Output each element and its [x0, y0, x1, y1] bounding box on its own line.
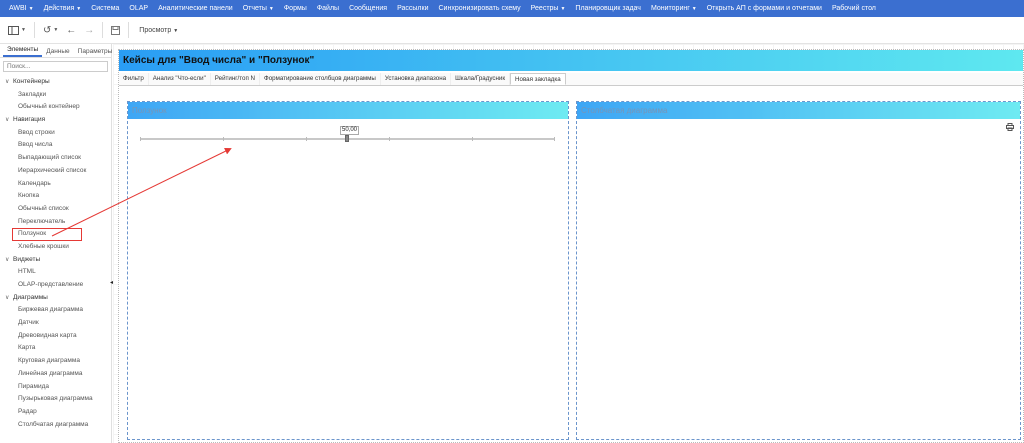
chevron-down-icon: ∨	[5, 117, 10, 124]
tree-group[interactable]: ∨ Контейнеры	[0, 76, 111, 89]
tree-item[interactable]: Переключатель	[0, 216, 111, 229]
top-menu-bar: AWBI ▼ Действия ▼ Система OLAP Аналитические п…	[0, 0, 1024, 17]
menu-item-9[interactable]: Рассылки	[392, 0, 433, 17]
tree-item[interactable]: Календарь	[0, 178, 111, 191]
elements-tree: ∨ Контейнеры Закладки Обычный контейнер ∨ Нав…	[0, 75, 111, 431]
tree-item[interactable]: Кнопка	[0, 190, 111, 203]
report-title: Кейсы для "Ввод числа" и "Ползунок"	[119, 50, 1023, 71]
toolbar-divider	[33, 22, 35, 38]
tree-group[interactable]: ∨ Виджеты	[0, 254, 111, 267]
tree-item[interactable]: Пузырьковая диаграмма	[0, 393, 111, 406]
menu-item-15[interactable]: Рабочий стол	[827, 0, 881, 17]
chevron-down-icon: ▼	[268, 5, 274, 12]
tree-item[interactable]: Обычный список	[0, 203, 111, 216]
bar-chart-panel-title: Столбчатая диаграмма	[577, 102, 1020, 119]
undo-icon[interactable]: ↺ ▼	[39, 20, 62, 40]
menu-item-3[interactable]: OLAP	[124, 0, 153, 17]
slider-tick	[389, 137, 390, 141]
tree-item[interactable]: Биржевая диаграмма	[0, 304, 111, 317]
tree-item[interactable]: Древовидная карта	[0, 330, 111, 343]
report-container: Кейсы для "Ввод числа" и "Ползунок" Филь…	[118, 49, 1024, 443]
chevron-down-icon: ∨	[5, 256, 10, 263]
search-input[interactable]	[3, 61, 108, 72]
chevron-down-icon: ▼	[560, 5, 566, 12]
print-icon[interactable]	[1006, 123, 1014, 133]
save-icon[interactable]	[107, 20, 124, 40]
menu-item-1[interactable]: Действия ▼	[39, 0, 87, 18]
slider-panel[interactable]: Ползунок 50,00	[127, 101, 569, 440]
tree-item[interactable]: Иерархический список	[0, 165, 111, 178]
report-tabs: Фильтр Анализ "Что-если" Рейтинг/топ N Форм…	[119, 73, 1023, 86]
slider-panel-title: Ползунок	[128, 102, 568, 119]
forward-icon[interactable]: →	[80, 20, 98, 40]
tree-group[interactable]: ∨ Диаграммы	[0, 292, 111, 305]
report-tab[interactable]: Установка диапазона	[381, 73, 452, 85]
menu-item-10[interactable]: Синхронизировать схему	[433, 0, 525, 17]
toolbar-divider	[128, 22, 130, 38]
elements-panel: ЭлементыДанныеПараметры ∨КонтейнерыЗакла…	[0, 44, 112, 443]
chevron-down-icon: ∨	[5, 79, 10, 85]
tree-group[interactable]: ∨ Навигация	[0, 114, 111, 127]
menu-item-14[interactable]: Открыть АП с формами и отчетами	[702, 0, 827, 17]
bar-chart-panel[interactable]: Столбчатая диаграмма	[576, 101, 1021, 440]
tree-item[interactable]: Круговая диаграмма	[0, 355, 111, 368]
tree-item[interactable]: Выпадающий список	[0, 152, 111, 165]
report-tab[interactable]: Рейтинг/топ N	[211, 73, 260, 85]
tree-item[interactable]: OLAP-представление	[0, 279, 111, 292]
tree-item[interactable]: Линейная диаграмма	[0, 368, 111, 381]
slider-tick	[472, 137, 473, 141]
menu-item-4[interactable]: Аналитические панели	[153, 0, 238, 17]
menu-item-13[interactable]: Мониторинг ▼	[646, 0, 702, 18]
panel-tabs: Элементы Данные Параметры	[0, 44, 112, 58]
panel-tab[interactable]: Параметры	[74, 48, 117, 57]
toolbar: ▼ ↺ ▼ ← → Просмотр ▼	[0, 17, 1024, 44]
slider-tick	[223, 137, 224, 141]
menu-item-7[interactable]: Файлы	[312, 0, 344, 17]
chevron-down-icon: ▼	[28, 5, 34, 12]
report-tab[interactable]: Новая закладка	[510, 73, 566, 85]
back-icon[interactable]: ←	[62, 20, 80, 40]
tree-item[interactable]: Столбчатая диаграмма	[0, 419, 111, 432]
tree-item[interactable]: Хлебные крошки	[0, 241, 111, 254]
menu-item-8[interactable]: Сообщения	[344, 0, 392, 17]
chevron-down-icon: ▼	[76, 5, 82, 12]
report-tab[interactable]: Фильтр	[119, 73, 149, 85]
tree-item[interactable]: Пирамида	[0, 381, 111, 394]
slider-tick	[554, 137, 555, 141]
menu-item-12[interactable]: Планировщик задач	[570, 0, 646, 17]
slider-tick	[306, 137, 307, 141]
tree-item[interactable]: Ввод числа	[0, 139, 111, 152]
panel-tab[interactable]: Данные	[42, 48, 73, 57]
tree-item[interactable]: Закладки	[0, 89, 111, 102]
view-mode-select[interactable]: Просмотр ▼	[139, 27, 178, 34]
slider-handle[interactable]	[345, 135, 349, 142]
menu-item-6[interactable]: Формы	[279, 0, 312, 17]
tree-item[interactable]: Ползунок	[12, 228, 82, 241]
chevron-down-icon: ∨	[5, 294, 10, 301]
design-canvas: Кейсы для "Ввод числа" и "Ползунок" Филь…	[113, 44, 1024, 443]
tree-item[interactable]: Обычный контейнер	[0, 101, 111, 114]
chevron-down-icon: ▼	[691, 5, 697, 12]
tree-item[interactable]: Карта	[0, 342, 111, 355]
panel-tab[interactable]: Элементы	[3, 46, 43, 57]
layout-icon[interactable]: ▼	[4, 20, 30, 40]
tree-item[interactable]: HTML	[0, 266, 111, 279]
tree-item[interactable]: Ввод строки	[0, 127, 111, 140]
slider-value-label: 50,00	[340, 126, 360, 135]
menu-item-5[interactable]: Отчеты ▼	[238, 0, 279, 18]
menu-item-11[interactable]: Реестры ▼	[526, 0, 571, 18]
report-tab[interactable]: Шкала/Градусник	[451, 73, 511, 85]
toolbar-divider	[102, 22, 104, 38]
tree-item[interactable]: Датчик	[0, 317, 111, 330]
menu-item-0[interactable]: AWBI ▼	[4, 0, 39, 18]
slider-tick	[140, 137, 141, 141]
menu-item-2[interactable]: Система	[86, 0, 124, 17]
tree-item[interactable]: Радар	[0, 406, 111, 419]
report-tab[interactable]: Анализ "Что-если"	[149, 73, 211, 85]
report-tab[interactable]: Форматирование столбцов диаграммы	[260, 73, 381, 85]
